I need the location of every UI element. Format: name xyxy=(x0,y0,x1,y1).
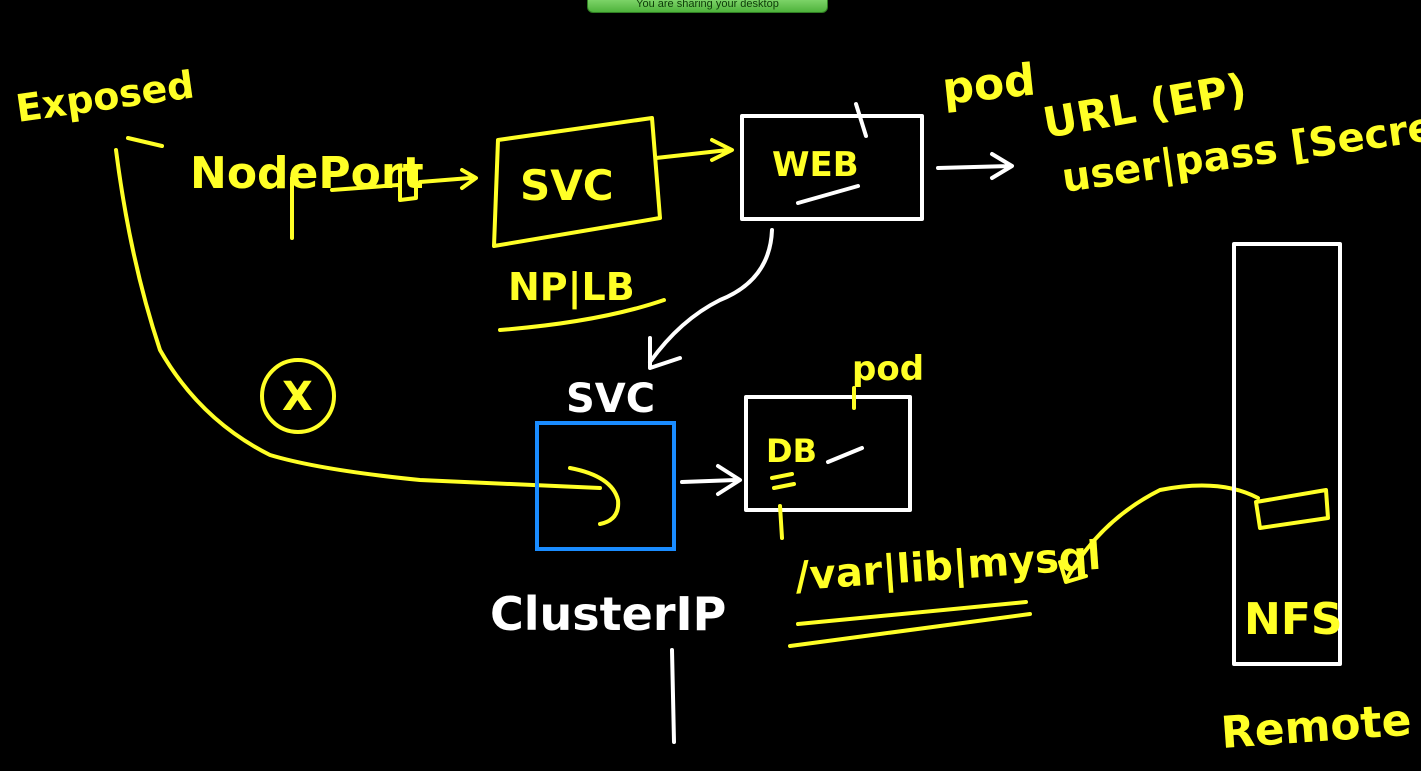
label-pod-mid: pod xyxy=(852,349,924,389)
nfs-share-block xyxy=(1254,488,1330,530)
arrow-svc-to-web xyxy=(654,138,734,162)
db-stroke xyxy=(826,446,864,464)
label-remote: Remote xyxy=(1219,695,1413,759)
label-exposed: Exposed xyxy=(13,62,197,131)
label-svc-top: SVC xyxy=(520,161,614,210)
clusterip-stroke xyxy=(670,648,676,744)
label-np-lb: NP|LB xyxy=(508,265,635,310)
label-pod-top: pod xyxy=(940,54,1038,114)
label-web: WEB xyxy=(772,145,859,185)
label-svc-mid: SVC xyxy=(566,376,655,422)
arrow-web-to-svc xyxy=(648,228,774,370)
whiteboard-canvas: Exposed NodePort SVC NP|LB WEB pod URL (… xyxy=(13,54,1421,759)
label-x-mark: X xyxy=(282,374,313,420)
svc-inner-stroke xyxy=(568,466,621,526)
label-clusterip: ClusterIP xyxy=(490,587,726,641)
arrow-web-to-url xyxy=(936,152,1014,180)
label-mysql-path: /var|lib|mysql xyxy=(793,533,1102,601)
underline-mysql-path xyxy=(788,600,1032,648)
arrow-svc-to-db xyxy=(680,464,742,496)
db-underline xyxy=(770,472,796,490)
exposed-tick xyxy=(126,136,164,148)
label-nodeport: NodePort xyxy=(190,148,424,199)
path-tick xyxy=(778,504,784,540)
label-db: DB xyxy=(766,432,817,470)
label-nfs: NFS xyxy=(1244,594,1343,645)
